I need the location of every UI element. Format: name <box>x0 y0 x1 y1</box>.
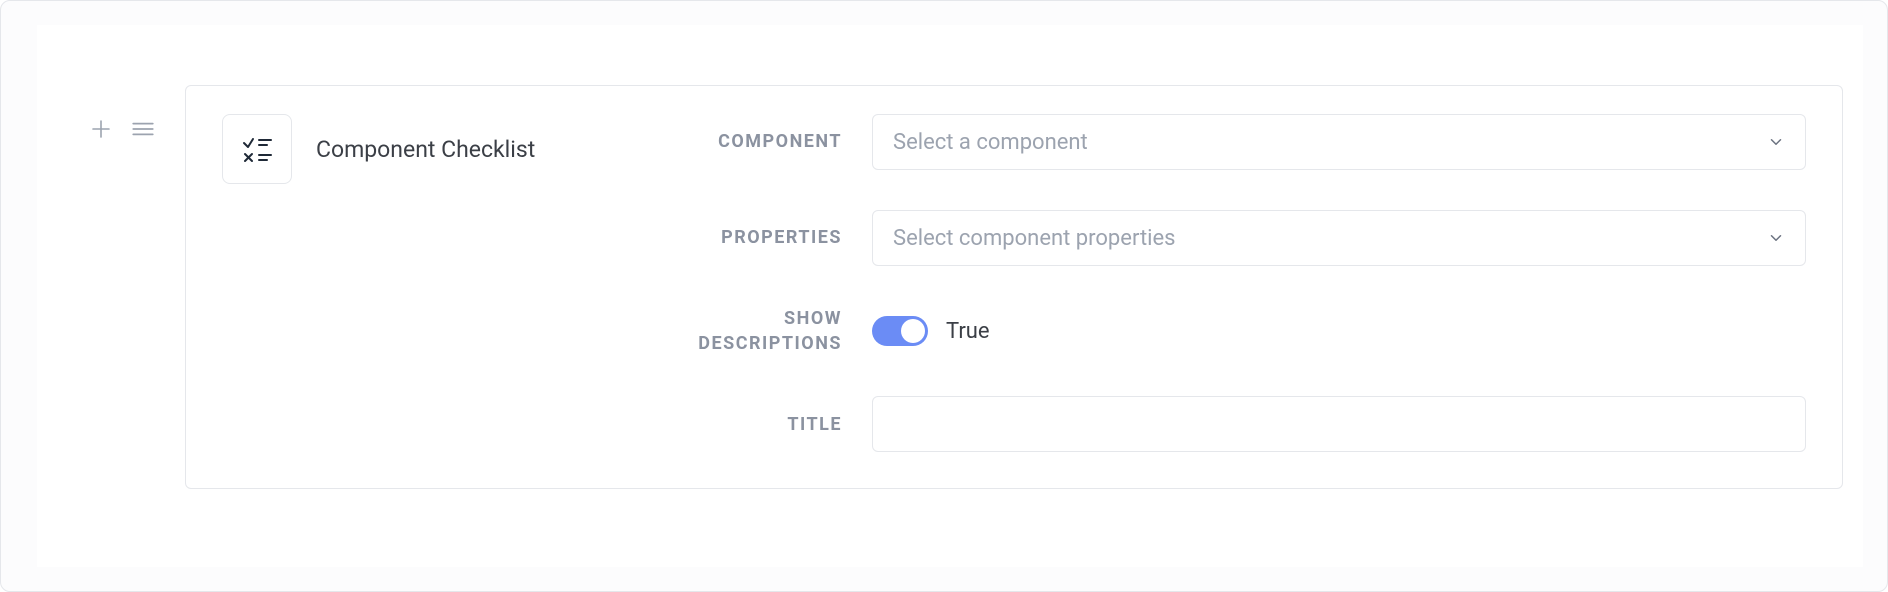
drag-handle[interactable] <box>129 115 157 143</box>
title-label: Title <box>662 412 842 437</box>
block-controls <box>87 85 185 143</box>
title-input[interactable] <box>893 397 1785 451</box>
show-descriptions-value: True <box>946 319 990 344</box>
card-header: Component Checklist <box>222 114 662 184</box>
component-title: Component Checklist <box>316 136 535 163</box>
show-descriptions-toggle[interactable] <box>872 316 928 346</box>
properties-select-placeholder: Select component properties <box>893 226 1176 251</box>
properties-label: Properties <box>662 225 842 250</box>
chevron-down-icon <box>1767 133 1785 151</box>
form-row-component: Component Select a component <box>662 114 1806 170</box>
component-type-icon-box <box>222 114 292 184</box>
title-input-wrapper <box>872 396 1806 452</box>
component-form: Component Select a component Properties <box>662 114 1806 452</box>
add-block-button[interactable] <box>87 115 115 143</box>
component-label: Component <box>662 129 842 154</box>
properties-select[interactable]: Select component properties <box>872 210 1806 266</box>
plus-icon <box>89 117 113 141</box>
drag-handle-icon <box>130 116 156 142</box>
editor-canvas: Component Checklist Component Select a c… <box>37 25 1863 567</box>
component-card: Component Checklist Component Select a c… <box>185 85 1843 489</box>
form-row-properties: Properties Select component properties <box>662 210 1806 266</box>
component-select-placeholder: Select a component <box>893 130 1088 155</box>
checklist-icon <box>239 131 275 167</box>
chevron-down-icon <box>1767 229 1785 247</box>
form-row-show-descriptions: Show Descriptions True <box>662 306 1806 356</box>
show-descriptions-label: Show Descriptions <box>662 306 842 356</box>
page-container: Component Checklist Component Select a c… <box>0 0 1888 592</box>
component-select[interactable]: Select a component <box>872 114 1806 170</box>
show-descriptions-toggle-wrap: True <box>872 316 1806 346</box>
form-row-title: Title <box>662 396 1806 452</box>
block-row: Component Checklist Component Select a c… <box>87 85 1843 489</box>
toggle-knob <box>901 319 925 343</box>
